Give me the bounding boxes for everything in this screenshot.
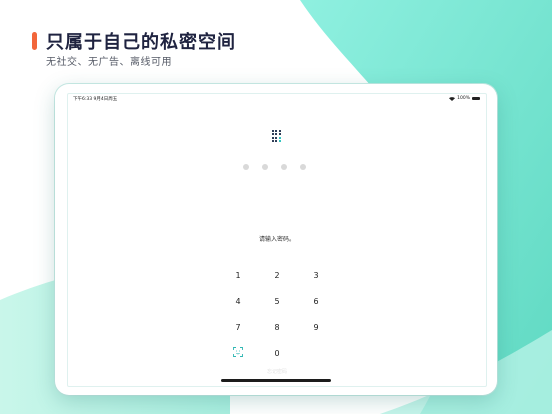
tablet-device: 下午6:33 9月4日周五 100% 请输入密码。 1 2 3 4 5 6 7 <box>55 84 497 395</box>
keypad-key-2[interactable]: 2 <box>262 269 292 283</box>
face-scan-icon[interactable] <box>233 347 243 357</box>
keypad-key-4[interactable]: 4 <box>223 295 253 309</box>
status-bar: 下午6:33 9月4日周五 100% <box>68 94 486 104</box>
keypad-key-1[interactable]: 1 <box>223 269 253 283</box>
passcode-dots <box>243 164 306 170</box>
promo-subtitle: 无社交、无广告、离线可用 <box>46 57 172 68</box>
grid-logo-icon <box>272 130 282 142</box>
keypad-key-0[interactable]: 0 <box>262 347 292 361</box>
passcode-dot <box>243 164 249 170</box>
promo-headline: 只属于自己的私密空间 <box>32 30 236 53</box>
keypad-key-3[interactable]: 3 <box>301 269 331 283</box>
wifi-icon <box>449 96 456 101</box>
keypad-key-9[interactable]: 9 <box>301 321 331 335</box>
status-right: 100% <box>449 96 480 101</box>
battery-percent: 100% <box>457 96 470 101</box>
accent-bar <box>32 32 37 50</box>
passcode-dot <box>262 164 268 170</box>
home-indicator[interactable] <box>221 379 331 382</box>
forgot-passcode-link[interactable]: 忘记密码 <box>68 368 486 375</box>
status-time-date: 下午6:33 9月4日周五 <box>73 97 118 102</box>
passcode-prompt: 请输入密码。 <box>258 236 295 243</box>
battery-icon <box>472 96 480 101</box>
keypad-key-8[interactable]: 8 <box>262 321 292 335</box>
tablet-screen: 下午6:33 9月4日周五 100% 请输入密码。 1 2 3 4 5 6 7 <box>67 93 487 387</box>
keypad-key-7[interactable]: 7 <box>223 321 253 335</box>
passcode-dot <box>300 164 306 170</box>
promo-title: 只属于自己的私密空间 <box>46 32 236 53</box>
keypad-key-6[interactable]: 6 <box>301 295 331 309</box>
passcode-dot <box>281 164 287 170</box>
keypad-key-5[interactable]: 5 <box>262 295 292 309</box>
